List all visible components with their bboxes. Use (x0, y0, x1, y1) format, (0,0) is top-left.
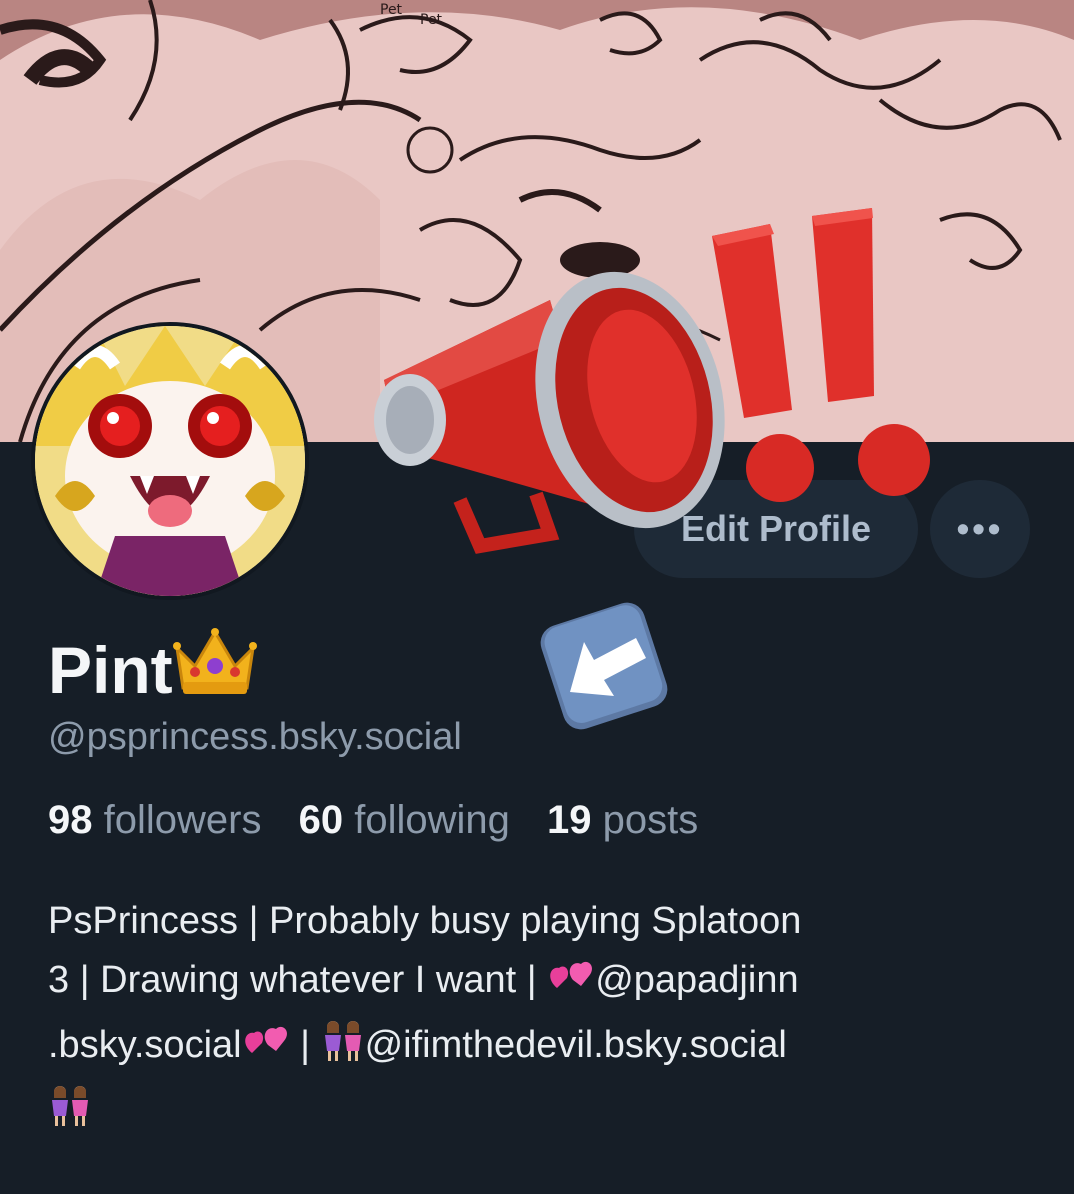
bio-mention-papadjinn-cont[interactable]: .bsky.social (48, 1024, 242, 1066)
bio-mention-ifimthedevil[interactable]: @ifimthedevil.bsky.social (365, 1024, 787, 1066)
two-hearts-icon (547, 957, 595, 1016)
display-name: Pint (48, 626, 257, 713)
banner-pet-text-2: Pet (420, 12, 443, 28)
profile-bio: PsPrincess | Probably busy playing Splat… (48, 892, 1008, 1146)
handle: @psprincess.bsky.social (48, 716, 462, 758)
followers-stat[interactable]: 98 followers (48, 798, 261, 842)
two-women-icon (48, 1084, 92, 1146)
bio-line-2: 3 | Drawing whatever I want | (48, 959, 548, 1001)
profile-stats: 98 followers 60 following 19 posts (48, 798, 724, 843)
following-count: 60 (298, 798, 344, 842)
bio-mention-papadjinn[interactable]: @papadjinn (595, 959, 798, 1001)
edit-profile-button[interactable]: Edit Profile (634, 480, 918, 578)
more-options-button[interactable]: ••• (930, 480, 1030, 578)
crown-icon (172, 626, 257, 713)
following-stat[interactable]: 60 following (299, 798, 510, 842)
avatar[interactable] (31, 322, 309, 600)
following-label: following (354, 798, 510, 842)
banner-pet-text: Pet (380, 2, 403, 18)
followers-count: 98 (48, 798, 93, 842)
posts-stat: 19 posts (547, 798, 698, 842)
two-women-icon (321, 1019, 365, 1081)
bio-separator: | (289, 1024, 321, 1066)
followers-label: followers (103, 798, 262, 842)
posts-count: 19 (547, 798, 592, 842)
bio-line-1: PsPrincess | Probably busy playing Splat… (48, 900, 802, 942)
two-hearts-icon (242, 1022, 290, 1081)
posts-label: posts (602, 798, 699, 842)
display-name-text: Pint (48, 632, 173, 707)
arrow-down-left-icon (536, 598, 672, 736)
